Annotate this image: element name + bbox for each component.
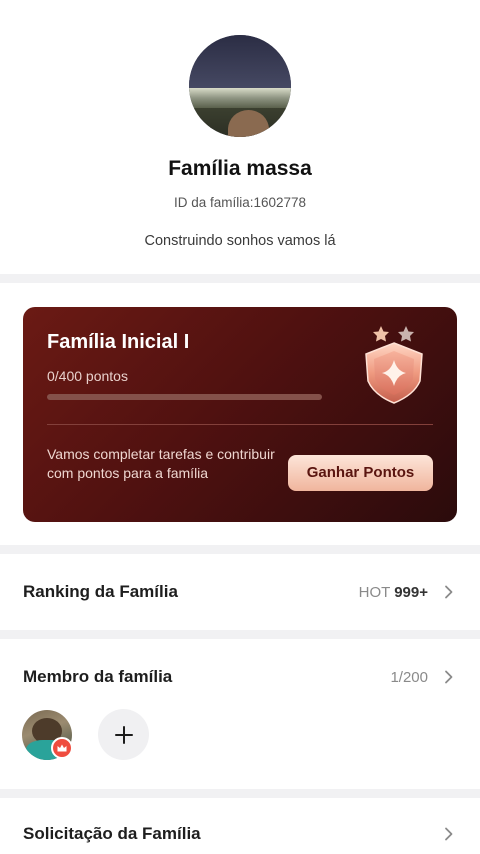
hot-value: 999+ xyxy=(394,584,428,601)
section-divider xyxy=(0,545,480,554)
shield-badge-icon xyxy=(365,326,423,404)
add-member-button[interactable] xyxy=(98,709,149,760)
level-progress-bar xyxy=(47,394,322,400)
level-description: Vamos completar tarefas e contribuir com… xyxy=(47,446,275,481)
family-id-value: 1602778 xyxy=(253,195,307,210)
level-title: Família Inicial I xyxy=(47,331,190,353)
avatar-photo-water xyxy=(189,88,291,111)
chevron-right-icon xyxy=(445,827,453,841)
section-divider xyxy=(0,630,480,639)
avatar-photo-sky xyxy=(189,35,291,92)
chevron-right-icon[interactable] xyxy=(442,670,456,684)
family-id: ID da família:1602778 xyxy=(0,195,480,210)
earn-points-button[interactable]: Ganhar Pontos xyxy=(288,455,433,491)
plus-icon xyxy=(114,725,133,744)
members-title: Membro da família xyxy=(23,667,173,686)
family-requests-row[interactable]: Solicitação da Família xyxy=(0,798,480,854)
family-ranking-row[interactable]: Ranking da Família HOT 999+ xyxy=(0,554,480,630)
family-name: Família massa xyxy=(168,157,312,180)
chevron-right-icon xyxy=(445,585,453,599)
members-count: 1/200 xyxy=(390,669,428,686)
family-id-label: ID da família: xyxy=(173,195,254,210)
avatar-photo-person xyxy=(227,110,269,137)
ranking-hot: HOT 999+ xyxy=(359,584,428,601)
family-motto: Construindo sonhos vamos lá xyxy=(144,233,336,249)
hot-label: HOT xyxy=(358,584,391,601)
family-members-section: Membro da família 1/200 xyxy=(0,639,480,789)
section-divider xyxy=(0,274,480,283)
card-divider xyxy=(47,424,433,425)
family-profile-header: Família massa ID da família:1602778 Cons… xyxy=(0,0,480,274)
requests-title: Solicitação da Família xyxy=(23,824,201,843)
section-divider xyxy=(0,789,480,798)
family-avatar[interactable] xyxy=(189,35,291,137)
family-level-card: Família Inicial I 0/400 pontos Vamos com… xyxy=(23,307,457,522)
level-points: 0/400 pontos xyxy=(47,368,128,384)
ranking-title: Ranking da Família xyxy=(23,582,178,601)
crown-icon xyxy=(51,737,73,759)
